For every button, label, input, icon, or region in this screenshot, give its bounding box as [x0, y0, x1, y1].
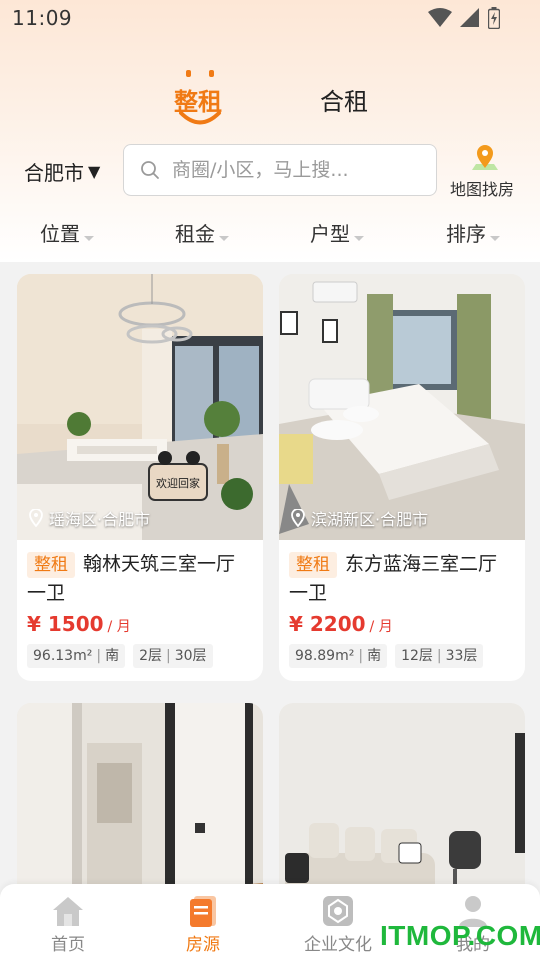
nav-listings[interactable]: 房源: [153, 894, 253, 955]
nav-listings-label: 房源: [186, 935, 220, 955]
tab-shared-rent[interactable]: 合租: [320, 82, 368, 117]
listing-card[interactable]: 欢迎回家 瑶海区·合肥市 整租 翰林天筑三室一厅一卫 ¥ 1500 / 月 96.…: [17, 274, 263, 681]
search-box[interactable]: [123, 144, 437, 196]
listing-photo: 滨湖新区·合肥市: [279, 274, 525, 540]
search-input[interactable]: [172, 159, 422, 181]
city-label: 合肥市: [24, 161, 84, 185]
filter-rent-label: 租金: [175, 222, 215, 246]
orientation-value: 南: [367, 648, 382, 664]
filter-layout-label: 户型: [310, 222, 350, 246]
tag-floor: 2层 | 30层: [133, 644, 213, 668]
location-pin-icon: [291, 509, 305, 527]
listing-tags: 96.13m² | 南 2层 | 30层: [17, 636, 263, 668]
total-floors-value: 33层: [445, 648, 478, 664]
area-value: 96.13m²: [33, 648, 93, 664]
filter-location[interactable]: 位置: [40, 218, 94, 247]
status-time: 11:09: [12, 6, 73, 30]
price-unit: / 月: [369, 619, 393, 635]
listing-tags: 98.89m² | 南 12层 | 33层: [279, 636, 525, 668]
listing-price: ¥ 2200 / 月: [279, 608, 525, 636]
map-pin-icon: [472, 145, 498, 170]
location-pin-icon: [29, 509, 43, 527]
listings-icon: [190, 896, 216, 927]
rent-type-tabs: 整租 合租: [0, 70, 540, 130]
listing-title: 整租 翰林天筑三室一厅一卫: [17, 540, 263, 608]
filter-sort[interactable]: 排序: [446, 218, 500, 247]
price-value: ¥ 2200: [289, 612, 366, 636]
filter-sort-label: 排序: [446, 222, 486, 246]
status-bar: 11:09: [0, 0, 540, 36]
tab-indicator-smile: [179, 111, 221, 125]
price-value: ¥ 1500: [27, 612, 104, 636]
caret-down-icon: [354, 236, 364, 241]
nav-home[interactable]: 首页: [18, 894, 118, 955]
map-search-label: 地图找房: [450, 180, 515, 199]
floor-value: 2层: [139, 648, 162, 664]
listing-price: ¥ 1500 / 月: [17, 608, 263, 636]
city-selector[interactable]: 合肥市 ▼: [24, 157, 100, 186]
tab-indicator-dots: [186, 70, 214, 77]
caret-down-icon: [219, 236, 229, 241]
nav-culture[interactable]: 企业文化: [288, 894, 388, 955]
filter-location-label: 位置: [40, 222, 80, 246]
total-floors-value: 30层: [174, 648, 207, 664]
tag-area-orientation: 96.13m² | 南: [27, 644, 126, 668]
tag-area-orientation: 98.89m² | 南: [289, 644, 388, 668]
listing-location: 滨湖新区·合肥市: [291, 506, 428, 530]
watermark: ITMOP.COM: [380, 920, 540, 951]
price-unit: / 月: [107, 619, 131, 635]
caret-down-icon: [490, 236, 500, 241]
battery-icon: [488, 7, 500, 29]
filter-layout[interactable]: 户型: [310, 218, 364, 247]
area-value: 98.89m²: [295, 648, 355, 664]
location-text: 滨湖新区·合肥市: [311, 510, 429, 529]
location-text: 瑶海区·合肥市: [49, 510, 151, 529]
photo-sign-text: 欢迎回家: [156, 476, 200, 490]
rent-type-badge: 整租: [27, 552, 75, 578]
wifi-icon: [428, 8, 452, 27]
search-icon: [141, 161, 159, 179]
map-search-button[interactable]: 地图找房: [448, 144, 524, 199]
listing-card[interactable]: 滨湖新区·合肥市 整租 东方蓝海三室二厅一卫 ¥ 2200 / 月 98.89m²…: [279, 274, 525, 681]
listing-title: 整租 东方蓝海三室二厅一卫: [279, 540, 525, 608]
rent-type-badge: 整租: [289, 552, 337, 578]
listing-photo: 欢迎回家 瑶海区·合肥市: [17, 274, 263, 540]
nav-home-label: 首页: [51, 935, 85, 955]
listing-location: 瑶海区·合肥市: [29, 506, 150, 530]
signal-icon: [460, 8, 479, 27]
nav-culture-label: 企业文化: [304, 935, 372, 955]
listing-grid: 欢迎回家 瑶海区·合肥市 整租 翰林天筑三室一厅一卫 ¥ 1500 / 月 96.…: [0, 262, 540, 960]
status-icons: [428, 7, 500, 29]
search-row: 合肥市 ▼ 地图找房: [0, 144, 540, 199]
home-icon: [53, 897, 83, 926]
floor-value: 12层: [401, 648, 433, 664]
header-area: 11:09 整租 合租 合肥市 ▼ 地图找房: [0, 0, 540, 262]
filter-bar: 位置 租金 户型 排序: [0, 212, 540, 252]
filter-rent[interactable]: 租金: [175, 218, 229, 247]
tag-floor: 12层 | 33层: [395, 644, 484, 668]
caret-down-icon: ▼: [88, 162, 101, 181]
culture-icon: [323, 896, 353, 926]
orientation-value: 南: [105, 648, 120, 664]
caret-down-icon: [84, 236, 94, 241]
